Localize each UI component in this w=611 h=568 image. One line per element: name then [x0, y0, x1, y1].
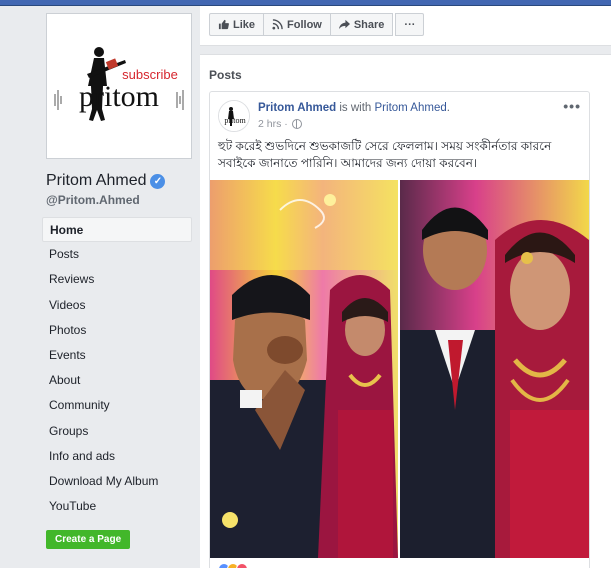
profile-logo: pritom subscribe — [47, 14, 191, 158]
love-reaction-icon — [236, 563, 248, 568]
page-nav: Home Posts Reviews Videos Photos Events … — [42, 217, 192, 519]
more-dots-icon: ··· — [404, 18, 416, 31]
nav-item-download-album[interactable]: Download My Album — [42, 469, 192, 494]
nav-item-community[interactable]: Community — [42, 393, 192, 418]
posts-heading: Posts — [209, 68, 242, 82]
posts-panel: Posts pritom Pritom Ahmed is with Pritom… — [200, 54, 611, 568]
verified-badge-icon: ✓ — [150, 173, 166, 189]
nav-item-info-and-ads[interactable]: Info and ads — [42, 444, 192, 469]
post-author-link[interactable]: Pritom Ahmed — [258, 102, 336, 114]
page-handle[interactable]: @Pritom.Ahmed — [46, 193, 140, 207]
post-time-text: 2 hrs · — [258, 118, 288, 130]
nav-item-groups[interactable]: Groups — [42, 419, 192, 444]
nav-item-reviews[interactable]: Reviews — [42, 267, 192, 292]
nav-item-videos[interactable]: Videos — [42, 293, 192, 318]
wedding-photo-1 — [210, 180, 398, 558]
like-button[interactable]: Like — [209, 13, 265, 36]
reaction-icons[interactable] — [218, 563, 248, 568]
thumbs-up-icon — [218, 19, 229, 30]
wedding-photo-2 — [400, 180, 589, 558]
follow-button[interactable]: Follow — [263, 13, 331, 36]
nav-item-photos[interactable]: Photos — [42, 318, 192, 343]
post-photos — [210, 180, 589, 558]
nav-item-home[interactable]: Home — [42, 217, 192, 243]
nav-item-posts[interactable]: Posts — [42, 242, 192, 267]
post-header: Pritom Ahmed is with Pritom Ahmed. — [258, 102, 450, 114]
post-text: হুট করেই শুভদিনে শুভকাজটি সেরে ফেললাম। স… — [218, 139, 552, 170]
post-options-button[interactable]: ••• — [563, 98, 581, 114]
svg-text:pritom: pritom — [79, 80, 159, 113]
svg-text:pritom: pritom — [224, 116, 246, 125]
page-title[interactable]: Pritom Ahmed ✓ — [46, 172, 166, 190]
share-button[interactable]: Share — [329, 13, 394, 36]
svg-text:subscribe: subscribe — [122, 67, 178, 82]
post-photo-1[interactable] — [210, 180, 398, 558]
share-arrow-icon — [338, 19, 350, 30]
nav-item-about[interactable]: About — [42, 368, 192, 393]
page-name-text[interactable]: Pritom Ahmed — [46, 172, 146, 190]
avatar-logo: pritom — [219, 101, 249, 131]
tagged-person-link[interactable]: Pritom Ahmed — [375, 102, 447, 114]
left-column: pritom subscribe Pritom Ahmed ✓ @Pritom.… — [0, 6, 200, 568]
action-button-group: Like Follow Share ··· — [209, 13, 425, 36]
follow-label: Follow — [287, 18, 322, 31]
like-label: Like — [233, 18, 256, 31]
post-card: pritom Pritom Ahmed is with Pritom Ahmed… — [209, 91, 590, 568]
nav-item-events[interactable]: Events — [42, 343, 192, 368]
create-page-button[interactable]: Create a Page — [46, 530, 131, 549]
rss-icon — [272, 19, 283, 30]
more-options-button[interactable]: ··· — [395, 13, 425, 36]
globe-icon — [291, 119, 302, 129]
profile-picture[interactable]: pritom subscribe — [46, 13, 192, 159]
with-text: is with — [336, 102, 375, 114]
tagged-suffix: . — [446, 102, 450, 114]
post-photo-2[interactable] — [400, 180, 589, 558]
share-label: Share — [353, 18, 385, 31]
nav-item-youtube[interactable]: YouTube — [42, 494, 192, 519]
page-action-bar: Like Follow Share ··· — [200, 6, 611, 46]
post-author-avatar[interactable]: pritom — [218, 100, 250, 132]
post-timestamp[interactable]: 2 hrs · — [258, 118, 302, 130]
